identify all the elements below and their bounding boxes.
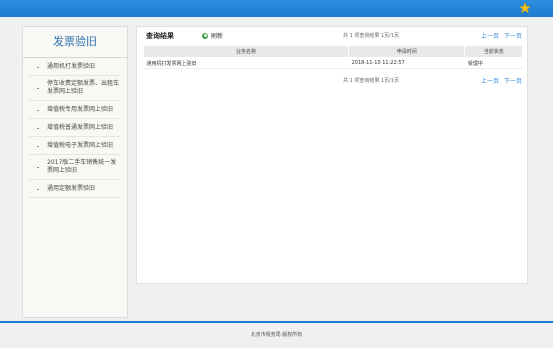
- sidebar: 发票验旧 通用机打发票验旧 停车收费定额发票、出租车发票网上验旧 增值税专用发票…: [22, 26, 128, 318]
- results-table: 业务名称 申请时间 当前状态 通用机打发票网上验旧 2018-11-10 11:…: [142, 45, 523, 69]
- sidebar-title: 发票验旧: [23, 27, 127, 58]
- copyright-text: 北京市税务局 版权所有: [250, 332, 303, 338]
- pager-bottom: 上一页 下一页: [478, 76, 522, 85]
- results-toolbar: 查询结果 刷新 共 1 项查询结果 1页/1页 上一页 下一页: [137, 27, 527, 45]
- sidebar-item-vat-special-invoice[interactable]: 增值税专用发票网上验旧: [29, 101, 121, 119]
- footer: 北京市税务局 版权所有: [0, 323, 553, 348]
- sidebar-item-label: 2017版二手车销售统一发票网上验旧: [47, 159, 117, 174]
- sidebar-item-vat-normal-invoice[interactable]: 增值税普通发票网上验旧: [29, 119, 121, 137]
- pager: 上一页 下一页: [478, 31, 522, 40]
- sidebar-item-label: 增值税专用发票网上验旧: [47, 105, 114, 113]
- bullet-icon: [37, 188, 39, 190]
- sidebar-item-label: 增值税普通发票网上验旧: [47, 123, 114, 131]
- cell-status: 受理中: [464, 57, 523, 69]
- column-header-business-name: 业务名称: [142, 45, 350, 58]
- prev-page-link[interactable]: 上一页: [481, 78, 499, 85]
- results-title: 查询结果: [146, 32, 174, 40]
- refresh-icon: [202, 32, 208, 39]
- sidebar-item-used-car-invoice[interactable]: 2017版二手车销售统一发票网上验旧: [29, 155, 121, 180]
- top-bar: [0, 0, 553, 17]
- table-row[interactable]: 通用机打发票网上验旧 2018-11-10 11:22:57 受理中: [143, 57, 523, 69]
- sidebar-item-vat-electronic-invoice[interactable]: 增值税电子发票网上验旧: [29, 137, 121, 155]
- sidebar-item-general-machine-invoice[interactable]: 通用机打发票验旧: [29, 58, 121, 76]
- bullet-icon: [37, 109, 39, 111]
- bullet-icon: [37, 167, 39, 168]
- refresh-button[interactable]: 刷新: [202, 31, 223, 40]
- sidebar-item-label: 增值税电子发票网上验旧: [47, 141, 114, 149]
- column-header-status: 当前状态: [464, 45, 523, 58]
- refresh-label: 刷新: [211, 33, 224, 40]
- results-summary: 共 1 项查询结果 1页/1页: [343, 33, 399, 39]
- sidebar-item-label: 通用机打发票验旧: [47, 62, 96, 70]
- sidebar-item-label: 停车收费定额发票、出租车发票网上验旧: [47, 80, 120, 95]
- column-header-apply-time: 申请时间: [348, 45, 466, 58]
- bullet-icon: [37, 127, 39, 129]
- cell-business-name: 通用机打发票网上验旧: [143, 57, 349, 69]
- sidebar-item-parking-taxi-invoice[interactable]: 停车收费定额发票、出租车发票网上验旧: [29, 76, 121, 101]
- bullet-icon: [37, 145, 39, 147]
- cell-apply-time: 2018-11-10 11:22:57: [348, 57, 465, 69]
- sidebar-item-label: 通用定额发票验旧: [47, 184, 96, 192]
- query-results-panel: 查询结果 刷新 共 1 项查询结果 1页/1页 上一页 下一页 业务名称 申请时…: [136, 26, 528, 284]
- results-summary-bottom: 共 1 项查询结果 1页/1页: [343, 78, 399, 84]
- next-page-link[interactable]: 下一页: [504, 78, 522, 85]
- sidebar-item-fixed-amount-invoice[interactable]: 通用定额发票验旧: [29, 180, 121, 198]
- bullet-icon: [37, 66, 39, 68]
- sidebar-menu: 通用机打发票验旧 停车收费定额发票、出租车发票网上验旧 增值税专用发票网上验旧 …: [23, 58, 127, 198]
- bullet-icon: [37, 88, 39, 89]
- prev-page-link[interactable]: 上一页: [481, 33, 499, 40]
- table-header-row: 业务名称 申请时间 当前状态: [142, 45, 523, 58]
- next-page-link[interactable]: 下一页: [504, 33, 522, 40]
- star-icon[interactable]: [519, 2, 531, 14]
